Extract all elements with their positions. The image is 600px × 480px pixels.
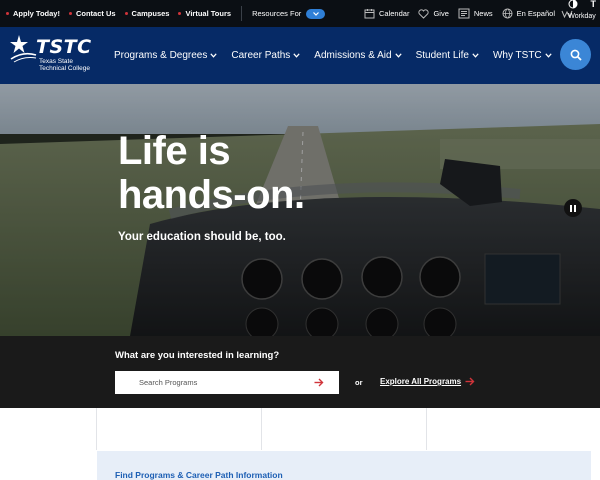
hero-title-line2: hands-on. — [118, 173, 305, 217]
arrow-right-icon[interactable] — [314, 378, 324, 387]
hero-title: Life is hands-on. — [118, 129, 305, 217]
campuses-link[interactable]: Campuses — [124, 9, 170, 18]
star-swoosh-icon — [10, 35, 37, 63]
campuses-label: Campuses — [131, 9, 170, 18]
utility-links: Apply Today! Contact Us Campuses Virtual… — [6, 0, 326, 27]
apply-today-link[interactable]: Apply Today! — [6, 9, 60, 18]
column-divider — [261, 408, 262, 450]
nav-admissions-aid[interactable]: Admissions & Aid — [314, 50, 402, 61]
resources-for-dropdown[interactable]: Resources For — [241, 6, 326, 21]
program-search-box — [115, 371, 339, 394]
calendar-label: Calendar — [379, 9, 410, 18]
nav-programs-degrees-label: Programs & Degrees — [114, 50, 208, 61]
chevron-down-icon — [394, 53, 402, 58]
tstc-logo[interactable]: TSTC Texas State Technical College — [9, 33, 99, 77]
bullet-icon — [6, 12, 9, 15]
search-button[interactable] — [560, 39, 591, 70]
lower-section: Find Programs & Career Path Information — [0, 408, 600, 480]
utility-bar: Apply Today! Contact Us Campuses Virtual… — [0, 0, 600, 27]
hero-banner: Life is hands-on. Your education should … — [0, 84, 600, 336]
logo-subtitle-line1: Texas State — [39, 58, 73, 65]
nav-student-life[interactable]: Student Life — [416, 50, 479, 61]
give-link[interactable]: Give — [418, 8, 449, 19]
chevron-down-icon — [293, 53, 300, 58]
heart-icon — [418, 8, 430, 19]
workday-link[interactable]: T Workday — [561, 0, 600, 27]
nav-why-tstc-label: Why TSTC — [492, 50, 542, 61]
give-label: Give — [433, 9, 449, 18]
main-nav: TSTC Texas State Technical College Progr… — [0, 27, 600, 84]
explore-all-programs-label: Explore All Programs — [380, 377, 462, 386]
find-programs-title[interactable]: Find Programs & Career Path Information — [115, 470, 283, 480]
nav-menu: Programs & Degrees Career Paths Admissio… — [114, 27, 566, 84]
contact-us-label: Contact Us — [75, 9, 116, 18]
utility-right: Calendar Give News En Español T Workday — [364, 0, 600, 27]
news-link[interactable]: News — [458, 8, 493, 19]
pause-icon-bar — [574, 204, 576, 212]
contact-us-link[interactable]: Contact Us — [68, 9, 116, 18]
program-search-band: What are you interested in learning? or … — [0, 336, 600, 408]
contrast-icon[interactable] — [568, 0, 578, 9]
newspaper-icon — [458, 8, 470, 19]
hero-subtitle: Your education should be, too. — [118, 231, 286, 243]
bullet-icon — [68, 12, 72, 15]
or-separator: or — [355, 378, 363, 387]
nav-career-paths[interactable]: Career Paths — [231, 50, 300, 61]
program-search-input[interactable] — [115, 371, 305, 394]
hero-title-line1: Life is — [118, 129, 231, 173]
virtual-tours-label: Virtual Tours — [185, 9, 232, 18]
espanol-label: En Español — [516, 9, 555, 18]
find-programs-panel: Find Programs & Career Path Information — [97, 451, 591, 480]
resources-for-label: Resources For — [252, 9, 302, 18]
nav-programs-degrees[interactable]: Programs & Degrees — [114, 50, 218, 61]
column-divider — [426, 408, 427, 450]
chevron-down-icon[interactable] — [306, 8, 326, 19]
chevron-down-icon — [545, 53, 552, 58]
explore-all-programs-link[interactable]: Explore All Programs — [380, 377, 475, 386]
search-question: What are you interested in learning? — [115, 350, 280, 361]
espanol-link[interactable]: En Español — [502, 8, 555, 19]
bullet-icon — [178, 12, 182, 15]
page: Apply Today! Contact Us Campuses Virtual… — [0, 0, 600, 480]
news-label: News — [473, 9, 493, 18]
column-divider — [96, 408, 97, 450]
nav-career-paths-label: Career Paths — [231, 50, 291, 61]
virtual-tours-link[interactable]: Virtual Tours — [178, 9, 231, 18]
logo-wordmark: TSTC — [36, 36, 92, 58]
calendar-link[interactable]: Calendar — [364, 8, 409, 19]
chevron-down-icon — [472, 53, 479, 58]
search-icon — [570, 49, 582, 61]
pause-button[interactable] — [564, 199, 582, 217]
calendar-icon — [364, 9, 375, 19]
bullet-icon — [124, 12, 128, 15]
chevron-down-icon — [210, 53, 218, 58]
workday-block: T Workday — [561, 0, 600, 27]
workday-label: Workday — [568, 13, 596, 20]
arrow-right-icon — [465, 377, 475, 386]
logo-subtitle-line2: Technical College — [39, 65, 90, 72]
nav-admissions-aid-label: Admissions & Aid — [314, 50, 392, 61]
pause-icon-bar — [570, 204, 572, 212]
nav-student-life-label: Student Life — [415, 50, 469, 61]
apply-today-label: Apply Today! — [13, 9, 60, 18]
globe-icon — [502, 8, 513, 19]
nav-why-tstc[interactable]: Why TSTC — [493, 50, 552, 61]
text-size-icon[interactable]: T — [591, 0, 597, 9]
